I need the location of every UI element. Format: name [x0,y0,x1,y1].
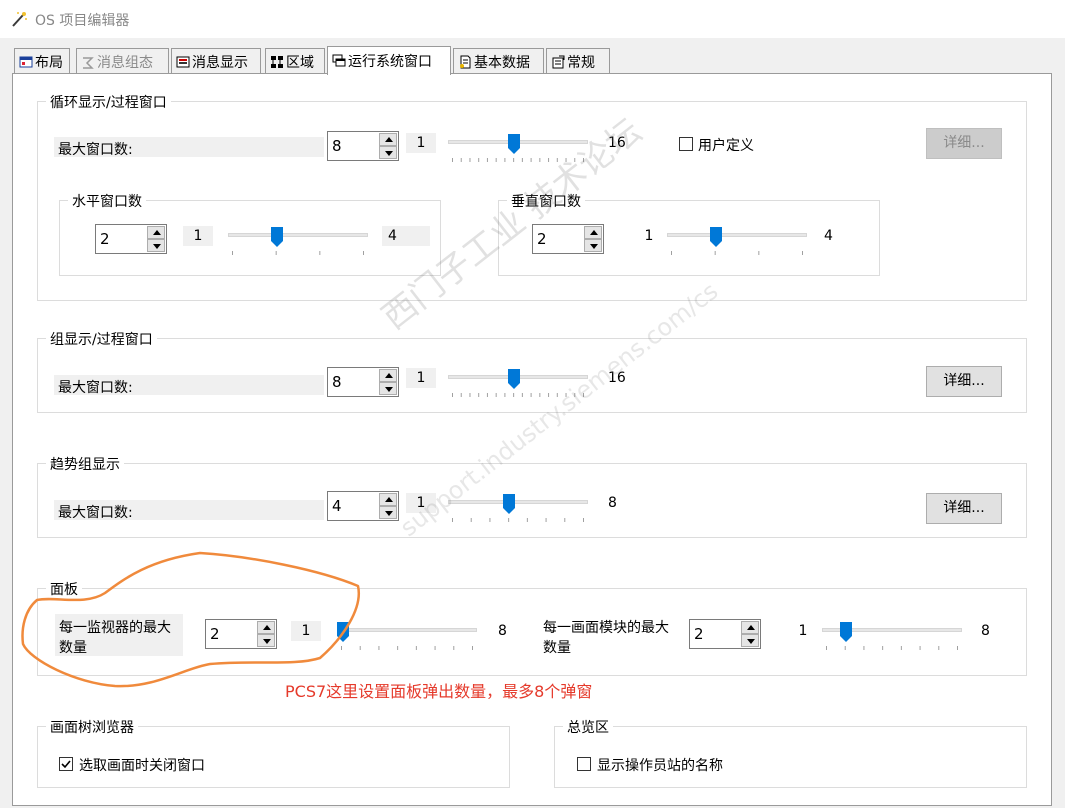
loop-display-title: 循环显示/过程窗口 [46,92,171,112]
spin-down-button[interactable] [741,634,759,647]
message-display-icon [176,56,190,67]
trend-max-windows-slider[interactable] [448,494,588,524]
group-max-windows-spinner[interactable]: 8 [327,367,399,397]
spinner-value: 8 [332,137,342,155]
slider-thumb[interactable] [709,227,722,247]
slider-min-label: 1 [183,226,213,246]
slider-min-label: 1 [406,368,436,388]
slider-thumb[interactable] [507,369,520,389]
tab-area[interactable]: 区域 [265,48,325,74]
spin-up-button[interactable] [584,226,602,239]
spinner-value: 2 [100,230,110,248]
trend-group-title: 趋势组显示 [46,454,124,474]
slider-min-label: 1 [644,228,654,244]
per-block-spinner[interactable]: 2 [689,619,761,649]
trend-max-windows-spinner[interactable]: 4 [327,491,399,521]
general-settings-icon [552,55,565,68]
max-windows-slider[interactable] [448,134,588,164]
group-max-windows-slider[interactable] [448,369,588,399]
annotation-note: PCS7这里设置面板弹出数量，最多8个弹窗 [285,682,593,701]
close-window-checkbox[interactable] [59,757,73,771]
per-block-slider[interactable] [822,622,962,652]
spin-down-button[interactable] [379,382,397,395]
message-config-icon [83,56,94,69]
max-windows-label: 最大窗口数: [58,142,133,158]
runtime-window-icon [332,54,346,67]
per-block-label-line2: 数量 [543,640,571,656]
tab-label: 布局 [35,54,63,71]
slider-min-label: 1 [406,493,436,513]
spin-up-button[interactable] [379,133,397,146]
spin-up-button[interactable] [741,621,759,634]
slider-max-label: 8 [498,623,507,639]
spinner-value: 8 [332,373,342,391]
slider-thumb[interactable] [840,622,853,642]
slider-max-label: 4 [382,226,430,246]
show-operator-station-label: 显示操作员站的名称 [597,758,723,774]
title-bar: OS 项目编辑器 [0,0,1065,38]
show-operator-station-checkbox[interactable] [577,757,591,771]
spin-down-button[interactable] [584,239,602,252]
max-windows-label: 最大窗口数: [58,505,133,521]
vertical-windows-title: 垂直窗口数 [507,191,585,211]
slider-thumb[interactable] [270,227,283,247]
slider-max-label: 8 [981,623,990,639]
tab-label: 运行系统窗口 [348,54,432,70]
spin-down-button[interactable] [379,146,397,159]
slider-max-label: 8 [608,495,617,511]
slider-max-label: 4 [824,228,833,244]
window-title: OS 项目编辑器 [35,13,130,29]
spin-up-button[interactable] [379,493,397,506]
tab-label: 区域 [286,54,314,71]
spinner-value: 4 [332,497,342,515]
slider-thumb[interactable] [507,134,520,154]
tab-runtime-window[interactable]: 运行系统窗口 [327,46,451,75]
slider-min-label: 1 [798,623,808,639]
tab-general[interactable]: 常规 [546,48,610,74]
tab-label: 消息显示 [192,54,248,71]
group-details-button[interactable]: 详细... [926,366,1002,397]
loop-details-button[interactable]: 详细... [926,128,1002,159]
close-window-label: 选取画面时关闭窗口 [79,758,205,774]
group-display-title: 组显示/过程窗口 [46,329,157,349]
slider-thumb[interactable] [502,494,515,514]
horizontal-windows-slider[interactable] [228,227,368,257]
max-windows-label: 最大窗口数: [58,380,133,396]
slider-min-label: 1 [406,133,436,153]
annotation-circle [21,551,361,688]
horizontal-windows-spinner[interactable]: 2 [95,224,167,254]
spin-up-button[interactable] [379,369,397,382]
tab-message-config[interactable]: 消息组态 [76,48,169,74]
spin-up-button[interactable] [147,226,165,239]
tab-label: 常规 [567,54,595,71]
scrollbar[interactable] [1052,73,1065,808]
spinner-value: 2 [694,625,704,643]
tab-layout[interactable]: 布局 [14,48,70,74]
user-defined-label: 用户定义 [698,138,754,154]
layout-icon [19,56,33,67]
checkmark-icon [61,760,71,769]
spin-down-button[interactable] [379,506,397,519]
tree-browser-title: 画面树浏览器 [46,717,138,737]
tab-label: 消息组态 [97,54,153,71]
magic-wand-icon [12,12,27,27]
basic-data-icon [460,55,471,68]
spin-down-button[interactable] [147,239,165,252]
user-defined-checkbox[interactable] [679,137,693,151]
tab-message-display[interactable]: 消息显示 [171,48,261,74]
area-tree-icon [271,55,283,68]
overview-title: 总览区 [563,717,613,737]
vertical-windows-slider[interactable] [667,227,807,257]
slider-max-label: 16 [608,135,626,151]
slider-max-label: 16 [608,370,626,386]
trend-details-button[interactable]: 详细... [926,493,1002,524]
per-block-label-line1: 每一画面模块的最大 [543,620,669,636]
tab-label: 基本数据 [474,54,530,71]
tab-basic-data[interactable]: 基本数据 [453,48,544,74]
max-windows-spinner[interactable]: 8 [327,131,399,161]
vertical-windows-spinner[interactable]: 2 [532,224,604,254]
horizontal-windows-title: 水平窗口数 [68,191,146,211]
spinner-value: 2 [537,230,547,248]
